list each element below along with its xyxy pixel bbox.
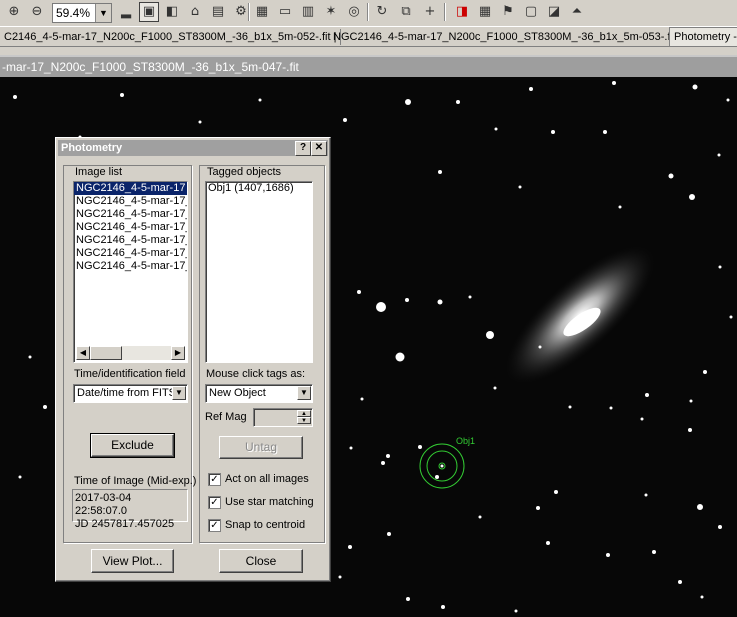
zoom-in-icon[interactable]: ⊕ bbox=[4, 2, 24, 22]
snap-centroid-label: Snap to centroid bbox=[225, 519, 306, 531]
chevron-down-icon[interactable]: ▼ bbox=[172, 386, 186, 400]
crosshair-icon[interactable]: + bbox=[420, 2, 440, 22]
exclude-button[interactable]: Exclude bbox=[90, 433, 175, 458]
tab-053[interactable]: NGC2146_4-5-mar-17_N200c_F1000_ST8300M_-… bbox=[329, 29, 682, 45]
histogram-icon[interactable]: ▂ bbox=[116, 2, 136, 22]
close-icon[interactable]: ✕ bbox=[311, 141, 327, 156]
scroll-right-icon[interactable]: ▶ bbox=[171, 346, 185, 360]
list-item[interactable]: NGC2146_4-5-mar-17_ bbox=[74, 221, 187, 234]
mouse-click-value: New Object bbox=[209, 387, 266, 399]
act-on-all-checkbox[interactable]: ✓ bbox=[208, 473, 221, 486]
untag-button[interactable]: Untag bbox=[219, 436, 303, 459]
mouse-click-select[interactable]: New Object ▼ bbox=[205, 384, 313, 403]
tagged-objects-label: Tagged objects bbox=[207, 166, 281, 178]
view-plot-button[interactable]: View Plot... bbox=[91, 549, 174, 573]
obj1-label: Obj1 bbox=[456, 436, 475, 446]
list-item[interactable]: NGC2146_4-5-mar-17_ bbox=[74, 234, 187, 247]
photometry-icon[interactable]: ◨ bbox=[452, 2, 472, 22]
tab-photometry[interactable]: Photometry - bbox=[669, 27, 737, 46]
list-item[interactable]: NGC2146_4-5-mar-17 bbox=[74, 182, 187, 195]
zoom-value: 59.4% bbox=[56, 6, 91, 20]
list-item[interactable]: NGC2146_4-5-mar-17_ bbox=[74, 260, 187, 273]
photometry-aperture[interactable]: Obj1 bbox=[419, 436, 475, 489]
crop-icon[interactable]: ▦ bbox=[252, 2, 272, 22]
blink-icon[interactable]: ◎ bbox=[344, 2, 364, 22]
zoom-combo[interactable]: 59.4% ▼ bbox=[52, 3, 112, 23]
time-line-2: JD 2457817.457025 bbox=[75, 518, 175, 530]
counter-icon[interactable]: ▢ bbox=[521, 2, 541, 22]
scroll-thumb[interactable] bbox=[90, 346, 122, 360]
star-icon[interactable]: ✶ bbox=[321, 2, 341, 22]
help-button[interactable]: ? bbox=[295, 141, 311, 156]
lock-icon[interactable]: ⌂ bbox=[185, 2, 205, 22]
copy-icon[interactable]: ⧉ bbox=[396, 2, 416, 22]
image-list[interactable]: NGC2146_4-5-mar-17 NGC2146_4-5-mar-17_ N… bbox=[73, 181, 188, 363]
ref-mag-input[interactable]: ▲ ▼ bbox=[253, 408, 313, 427]
list-item[interactable]: NGC2146_4-5-mar-17_ bbox=[74, 195, 187, 208]
rotate-icon[interactable]: ↻ bbox=[372, 2, 392, 22]
spin-down-icon[interactable]: ▼ bbox=[297, 417, 311, 424]
time-of-image-readout: 2017-03-04 22:58:07.0 JD 2457817.457025 bbox=[72, 489, 188, 530]
toolbar: ⊕ ⊖ 59.4% ▼ ▂ ▣ ◧ ⌂ ▤ ⚙ ▦ ▭ ▥ ✶ ◎ ↻ ⧉ + … bbox=[0, 0, 737, 27]
time-field-value: Date/time from FITS bbox=[77, 387, 177, 399]
time-field-select[interactable]: Date/time from FITS ▼ bbox=[73, 384, 188, 403]
horizontal-scrollbar[interactable]: ◀ ▶ bbox=[76, 346, 185, 360]
image-list-label: Image list bbox=[75, 166, 123, 178]
close-button[interactable]: Close bbox=[219, 549, 303, 573]
star-matching-checkbox[interactable]: ✓ bbox=[208, 496, 221, 509]
image-window-title: -mar-17_N200c_F1000_ST8300M_-36_b1x_5m-0… bbox=[0, 55, 737, 77]
star-matching-label: Use star matching bbox=[225, 496, 314, 508]
levels-icon[interactable]: ◧ bbox=[162, 2, 182, 22]
dialog-titlebar[interactable]: Photometry ? ✕ bbox=[58, 140, 328, 156]
flag-icon[interactable]: ⚑ bbox=[498, 2, 518, 22]
photometry-dialog: Photometry ? ✕ Image list NGC2146_4-5-ma… bbox=[55, 137, 331, 582]
time-of-image-label: Time of Image (Mid-exp.) bbox=[74, 475, 197, 487]
snap-centroid-checkbox[interactable]: ✓ bbox=[208, 519, 221, 532]
save-icon[interactable]: ▤ bbox=[208, 2, 228, 22]
tagged-objects-list[interactable]: Obj1 (1407,1686) bbox=[205, 181, 313, 363]
chevron-down-icon[interactable]: ▼ bbox=[297, 386, 311, 400]
measure-icon[interactable]: ▭ bbox=[275, 2, 295, 22]
time-field-label: Time/identification field bbox=[74, 368, 186, 380]
graph-icon[interactable]: ◪ bbox=[544, 2, 564, 22]
zoom-out-icon[interactable]: ⊖ bbox=[27, 2, 47, 22]
image-tabs: C2146_4-5-mar-17_N200c_F1000_ST8300M_-36… bbox=[0, 27, 737, 47]
chevron-down-icon[interactable]: ▼ bbox=[95, 4, 111, 22]
act-on-all-label: Act on all images bbox=[225, 473, 309, 485]
list-item[interactable]: NGC2146_4-5-mar-17_ bbox=[74, 208, 187, 221]
ref-mag-label: Ref Mag bbox=[205, 411, 247, 423]
spin-up-icon[interactable]: ▲ bbox=[297, 410, 311, 417]
stack-icon[interactable]: ▥ bbox=[298, 2, 318, 22]
profile-icon[interactable]: ⏶ bbox=[567, 2, 587, 22]
grid-icon[interactable]: ▦ bbox=[475, 2, 495, 22]
scroll-left-icon[interactable]: ◀ bbox=[76, 346, 90, 360]
fit-icon[interactable]: ▣ bbox=[139, 2, 159, 22]
galaxy bbox=[505, 246, 655, 384]
list-item[interactable]: NGC2146_4-5-mar-17_ bbox=[74, 247, 187, 260]
list-item[interactable]: Obj1 (1407,1686) bbox=[206, 182, 312, 195]
dialog-title: Photometry bbox=[61, 142, 123, 154]
tab-052[interactable]: C2146_4-5-mar-17_N200c_F1000_ST8300M_-36… bbox=[0, 29, 342, 45]
mouse-click-label: Mouse click tags as: bbox=[206, 368, 306, 380]
time-line-1: 2017-03-04 22:58:07.0 bbox=[75, 492, 132, 517]
